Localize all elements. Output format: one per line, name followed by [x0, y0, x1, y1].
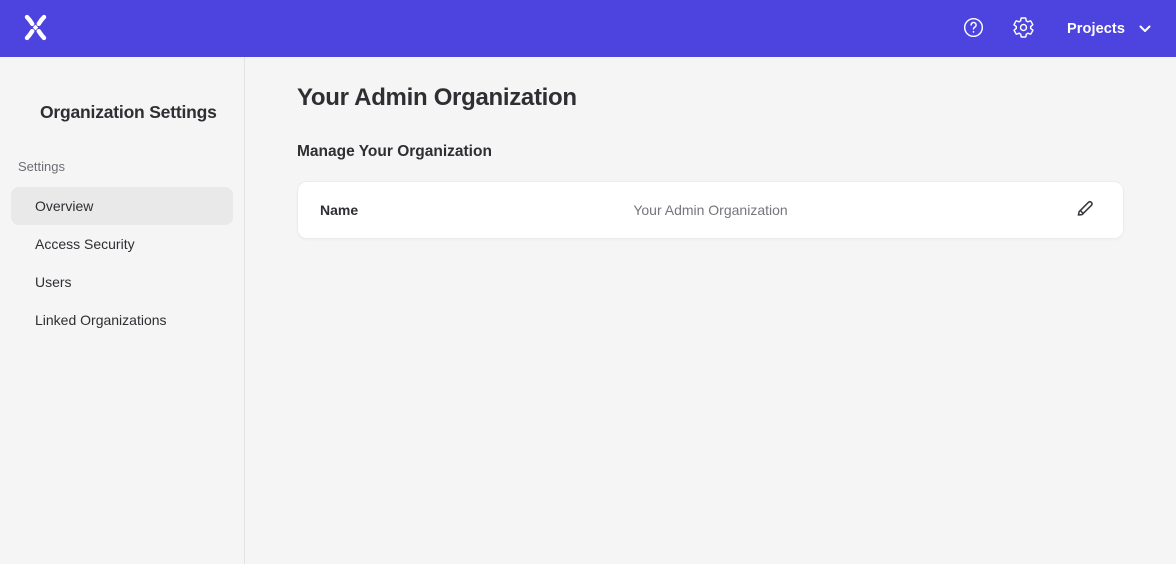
- page-title: Your Admin Organization: [297, 84, 1124, 112]
- brand-logo-button[interactable]: [20, 13, 50, 45]
- organization-name-row: Name Your Admin Organization: [297, 181, 1124, 239]
- settings-button[interactable]: [1011, 16, 1037, 42]
- pencil-icon: [1074, 198, 1095, 222]
- projects-menu-button[interactable]: Projects: [1067, 21, 1151, 37]
- page-body: Organization Settings Settings Overview …: [0, 57, 1176, 564]
- main-content: Your Admin Organization Manage Your Orga…: [245, 57, 1176, 564]
- sidebar-item-users[interactable]: Users: [11, 263, 233, 301]
- sidebar-section-label: Settings: [0, 159, 244, 174]
- brand-x-logo-icon: [22, 13, 49, 45]
- projects-menu-label: Projects: [1067, 21, 1125, 37]
- sidebar-item-access-security[interactable]: Access Security: [11, 225, 233, 263]
- top-nav-bar: Projects: [0, 0, 1176, 57]
- edit-name-button[interactable]: [1069, 195, 1099, 225]
- gear-icon: [1012, 16, 1035, 42]
- top-nav-actions: Projects: [937, 16, 1151, 42]
- chevron-down-icon: [1139, 21, 1151, 37]
- sidebar: Organization Settings Settings Overview …: [0, 57, 245, 564]
- help-circle-icon: [962, 16, 985, 42]
- help-button[interactable]: [961, 16, 987, 42]
- sidebar-title: Organization Settings: [0, 102, 244, 122]
- sidebar-nav: Overview Access Security Users Linked Or…: [0, 187, 244, 339]
- section-title: Manage Your Organization: [297, 143, 1124, 161]
- name-field-label: Name: [320, 202, 358, 218]
- sidebar-item-overview[interactable]: Overview: [11, 187, 233, 225]
- sidebar-item-linked-organizations[interactable]: Linked Organizations: [11, 301, 233, 339]
- name-field-value: Your Admin Organization: [633, 202, 787, 218]
